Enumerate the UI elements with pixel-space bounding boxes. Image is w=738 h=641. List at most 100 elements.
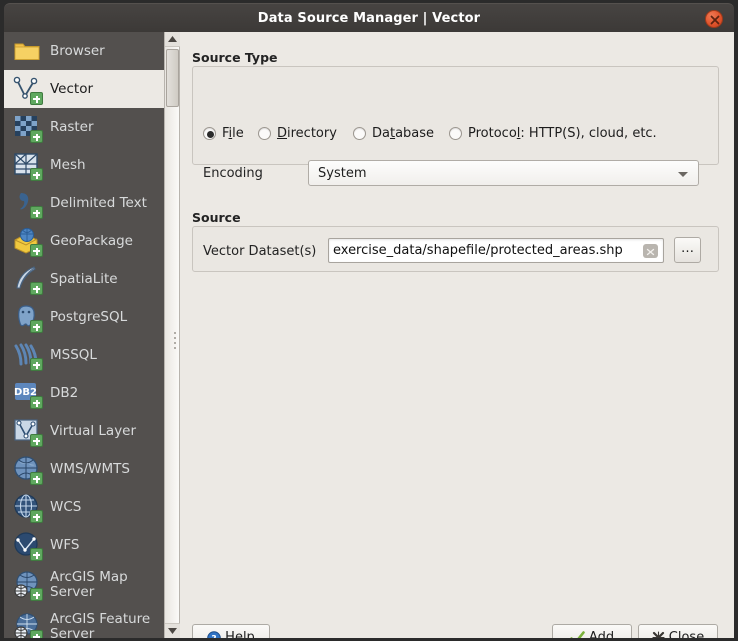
sidebar-item-label: MSSQL [50, 346, 97, 363]
svg-text:?: ? [212, 634, 217, 638]
add-label: Add [588, 630, 615, 638]
spatialite-icon [12, 264, 43, 295]
window-title: Data Source Manager | Vector [257, 11, 481, 26]
help-label: Help [225, 630, 255, 638]
add-button[interactable]: Add [552, 624, 632, 638]
sidebar-item-mesh[interactable]: Mesh [4, 146, 164, 184]
sidebar-item-arcgis-feature-server[interactable]: ArcGIS Feature Server [4, 606, 164, 638]
sidebar-item-label: WMS/WMTS [50, 460, 130, 477]
sidebar-item-delimited-text[interactable]: Delimited Text [4, 184, 164, 222]
sidebar-item-wms-wmts[interactable]: WMS/WMTS [4, 450, 164, 488]
radio-file-label: File [222, 126, 244, 141]
sidebar-item-label: Raster [50, 118, 94, 135]
help-button[interactable]: ? Help [192, 624, 270, 638]
sidebar-item-postgresql[interactable]: PostgreSQL [4, 298, 164, 336]
add-badge-icon [30, 130, 43, 143]
mesh-icon [12, 150, 43, 181]
encoding-label: Encoding [203, 166, 263, 181]
sidebar-item-wcs[interactable]: WCS [4, 488, 164, 526]
radio-directory-indicator [258, 127, 271, 140]
encoding-value: System [318, 166, 367, 181]
sidebar-item-spatialite[interactable]: SpatiaLite [4, 260, 164, 298]
close-label: Close [668, 630, 705, 638]
radio-directory[interactable]: Directory [258, 126, 337, 141]
window-close-button[interactable] [705, 10, 723, 28]
sidebar-item-label: Vector [50, 80, 94, 97]
virtual-layer-icon [12, 416, 43, 447]
add-badge-icon [30, 510, 43, 523]
sidebar-item-label: Delimited Text [50, 194, 147, 211]
encoding-combo[interactable]: System [308, 160, 699, 186]
radio-file-indicator [203, 127, 216, 140]
source-type-sidebar[interactable]: Browser Vector Raster Mesh Delimited Tex… [4, 32, 164, 638]
chevron-up-icon [168, 36, 177, 42]
sidebar-item-virtual-layer[interactable]: Virtual Layer [4, 412, 164, 450]
sidebar-item-mssql[interactable]: MSSQL [4, 336, 164, 374]
sidebar-item-raster[interactable]: Raster [4, 108, 164, 146]
source-type-group-title: Source Type [192, 50, 278, 65]
close-icon [710, 15, 720, 25]
sidebar-item-db2[interactable]: DB2 DB2 [4, 374, 164, 412]
wcs-icon [12, 492, 43, 523]
radio-database[interactable]: Database [353, 126, 434, 141]
add-badge-icon [30, 282, 43, 295]
radio-protocol[interactable]: Protocol: HTTP(S), cloud, etc. [449, 126, 657, 141]
scroll-up-button[interactable] [165, 32, 180, 47]
chevron-down-icon [678, 172, 688, 177]
sidebar-item-browser[interactable]: Browser [4, 32, 164, 70]
add-badge-icon [30, 434, 43, 447]
wms-icon [12, 454, 43, 485]
add-badge-icon [30, 396, 43, 409]
radio-file[interactable]: File [203, 126, 244, 141]
titlebar: Data Source Manager | Vector [4, 3, 734, 32]
add-badge-icon [30, 92, 43, 105]
close-button[interactable]: Close [638, 624, 718, 638]
vector-dataset-value: exercise_data/shapefile/protected_areas.… [333, 243, 623, 258]
sidebar-item-label: DB2 [50, 384, 79, 401]
add-badge-icon [30, 548, 43, 561]
sidebar-item-label: Virtual Layer [50, 422, 137, 439]
sidebar-item-label: ArcGIS Map Server [50, 569, 128, 600]
scroll-down-button[interactable] [165, 623, 180, 638]
add-badge-icon [30, 168, 43, 181]
data-source-manager-window: Data Source Manager | Vector Browser Vec… [0, 0, 738, 641]
radio-database-indicator [353, 127, 366, 140]
source-type-group-box [192, 66, 719, 165]
sidebar-item-label: WFS [50, 536, 80, 553]
raster-icon [12, 112, 43, 143]
sidebar-item-arcgis-map-server[interactable]: ArcGIS Map Server [4, 564, 164, 606]
sidebar-item-vector[interactable]: Vector [4, 70, 164, 108]
sidebar-item-wfs[interactable]: WFS [4, 526, 164, 564]
check-icon [570, 630, 585, 638]
panel-splitter[interactable] [174, 332, 177, 356]
sidebar-item-label: ArcGIS Feature Server [50, 611, 151, 639]
add-badge-icon [30, 472, 43, 485]
radio-protocol-indicator [449, 127, 462, 140]
add-badge-icon [30, 630, 43, 638]
add-badge-icon [30, 244, 43, 257]
vector-icon [12, 74, 43, 105]
sidebar-item-label: Browser [50, 42, 105, 59]
add-badge-icon [30, 588, 43, 601]
scrollbar-thumb[interactable] [166, 49, 179, 107]
radio-protocol-label: Protocol: HTTP(S), cloud, etc. [468, 126, 657, 141]
radio-directory-label: Directory [277, 126, 337, 141]
sidebar-scrollbar[interactable] [164, 32, 180, 638]
cross-icon [652, 631, 665, 638]
vector-source-panel: Source Type File Directory Database Prot… [182, 32, 734, 638]
vector-dataset-label: Vector Dataset(s) [203, 244, 317, 259]
vector-dataset-input[interactable]: exercise_data/shapefile/protected_areas.… [328, 238, 664, 263]
postgresql-icon [12, 302, 43, 333]
chevron-down-icon [168, 628, 177, 634]
add-badge-icon [30, 320, 43, 333]
add-badge-icon [30, 206, 43, 219]
dialog-body: Browser Vector Raster Mesh Delimited Tex… [4, 32, 734, 638]
sidebar-item-geopackage[interactable]: GeoPackage [4, 222, 164, 260]
geopackage-icon [12, 226, 43, 257]
sidebar-item-label: WCS [50, 498, 82, 515]
clear-icon[interactable] [643, 244, 658, 258]
browse-button[interactable]: … [674, 237, 701, 263]
db2-icon: DB2 [12, 378, 43, 409]
add-badge-icon [30, 358, 43, 371]
sidebar-item-label: SpatiaLite [50, 270, 118, 287]
